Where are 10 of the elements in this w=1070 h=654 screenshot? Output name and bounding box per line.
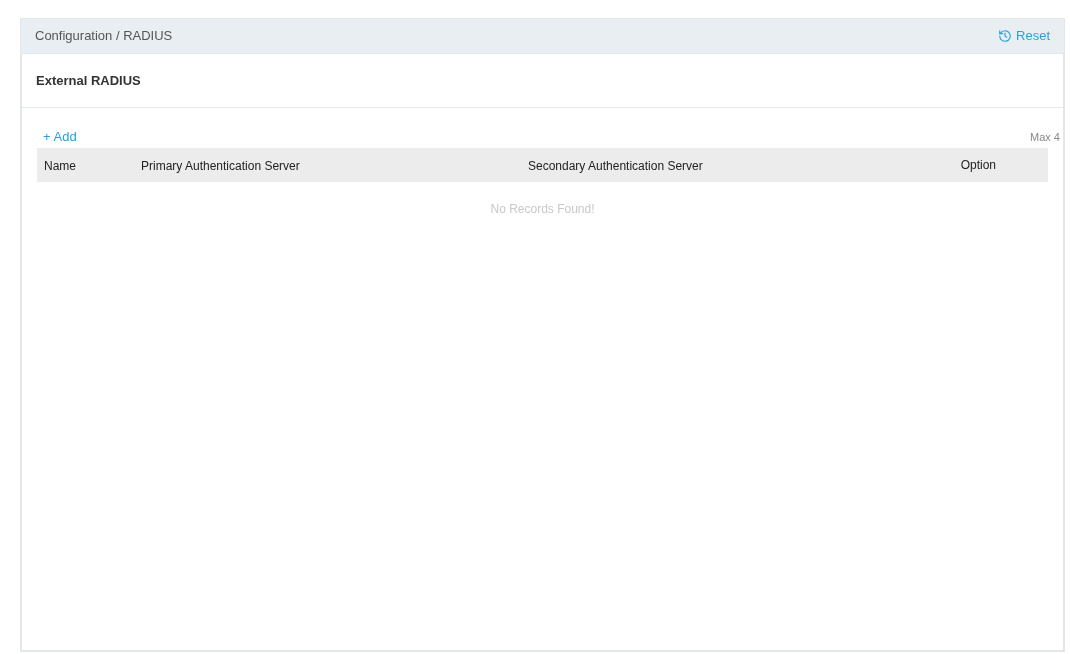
column-header: Option [960, 157, 996, 174]
limit-label: Max 4 [1030, 129, 1060, 145]
history-icon [998, 29, 1013, 43]
breadcrumb: Configuration / RADIUS [35, 27, 173, 46]
add-link[interactable]: + Add [37, 127, 77, 147]
card-title: External RADIUS [36, 71, 141, 90]
column-header: Secondary Authentication Server [528, 159, 703, 173]
column-header: Primary Authentication Server [141, 159, 300, 173]
column-header: Name [44, 159, 76, 173]
reset-link[interactable]: Reset [998, 26, 1050, 46]
